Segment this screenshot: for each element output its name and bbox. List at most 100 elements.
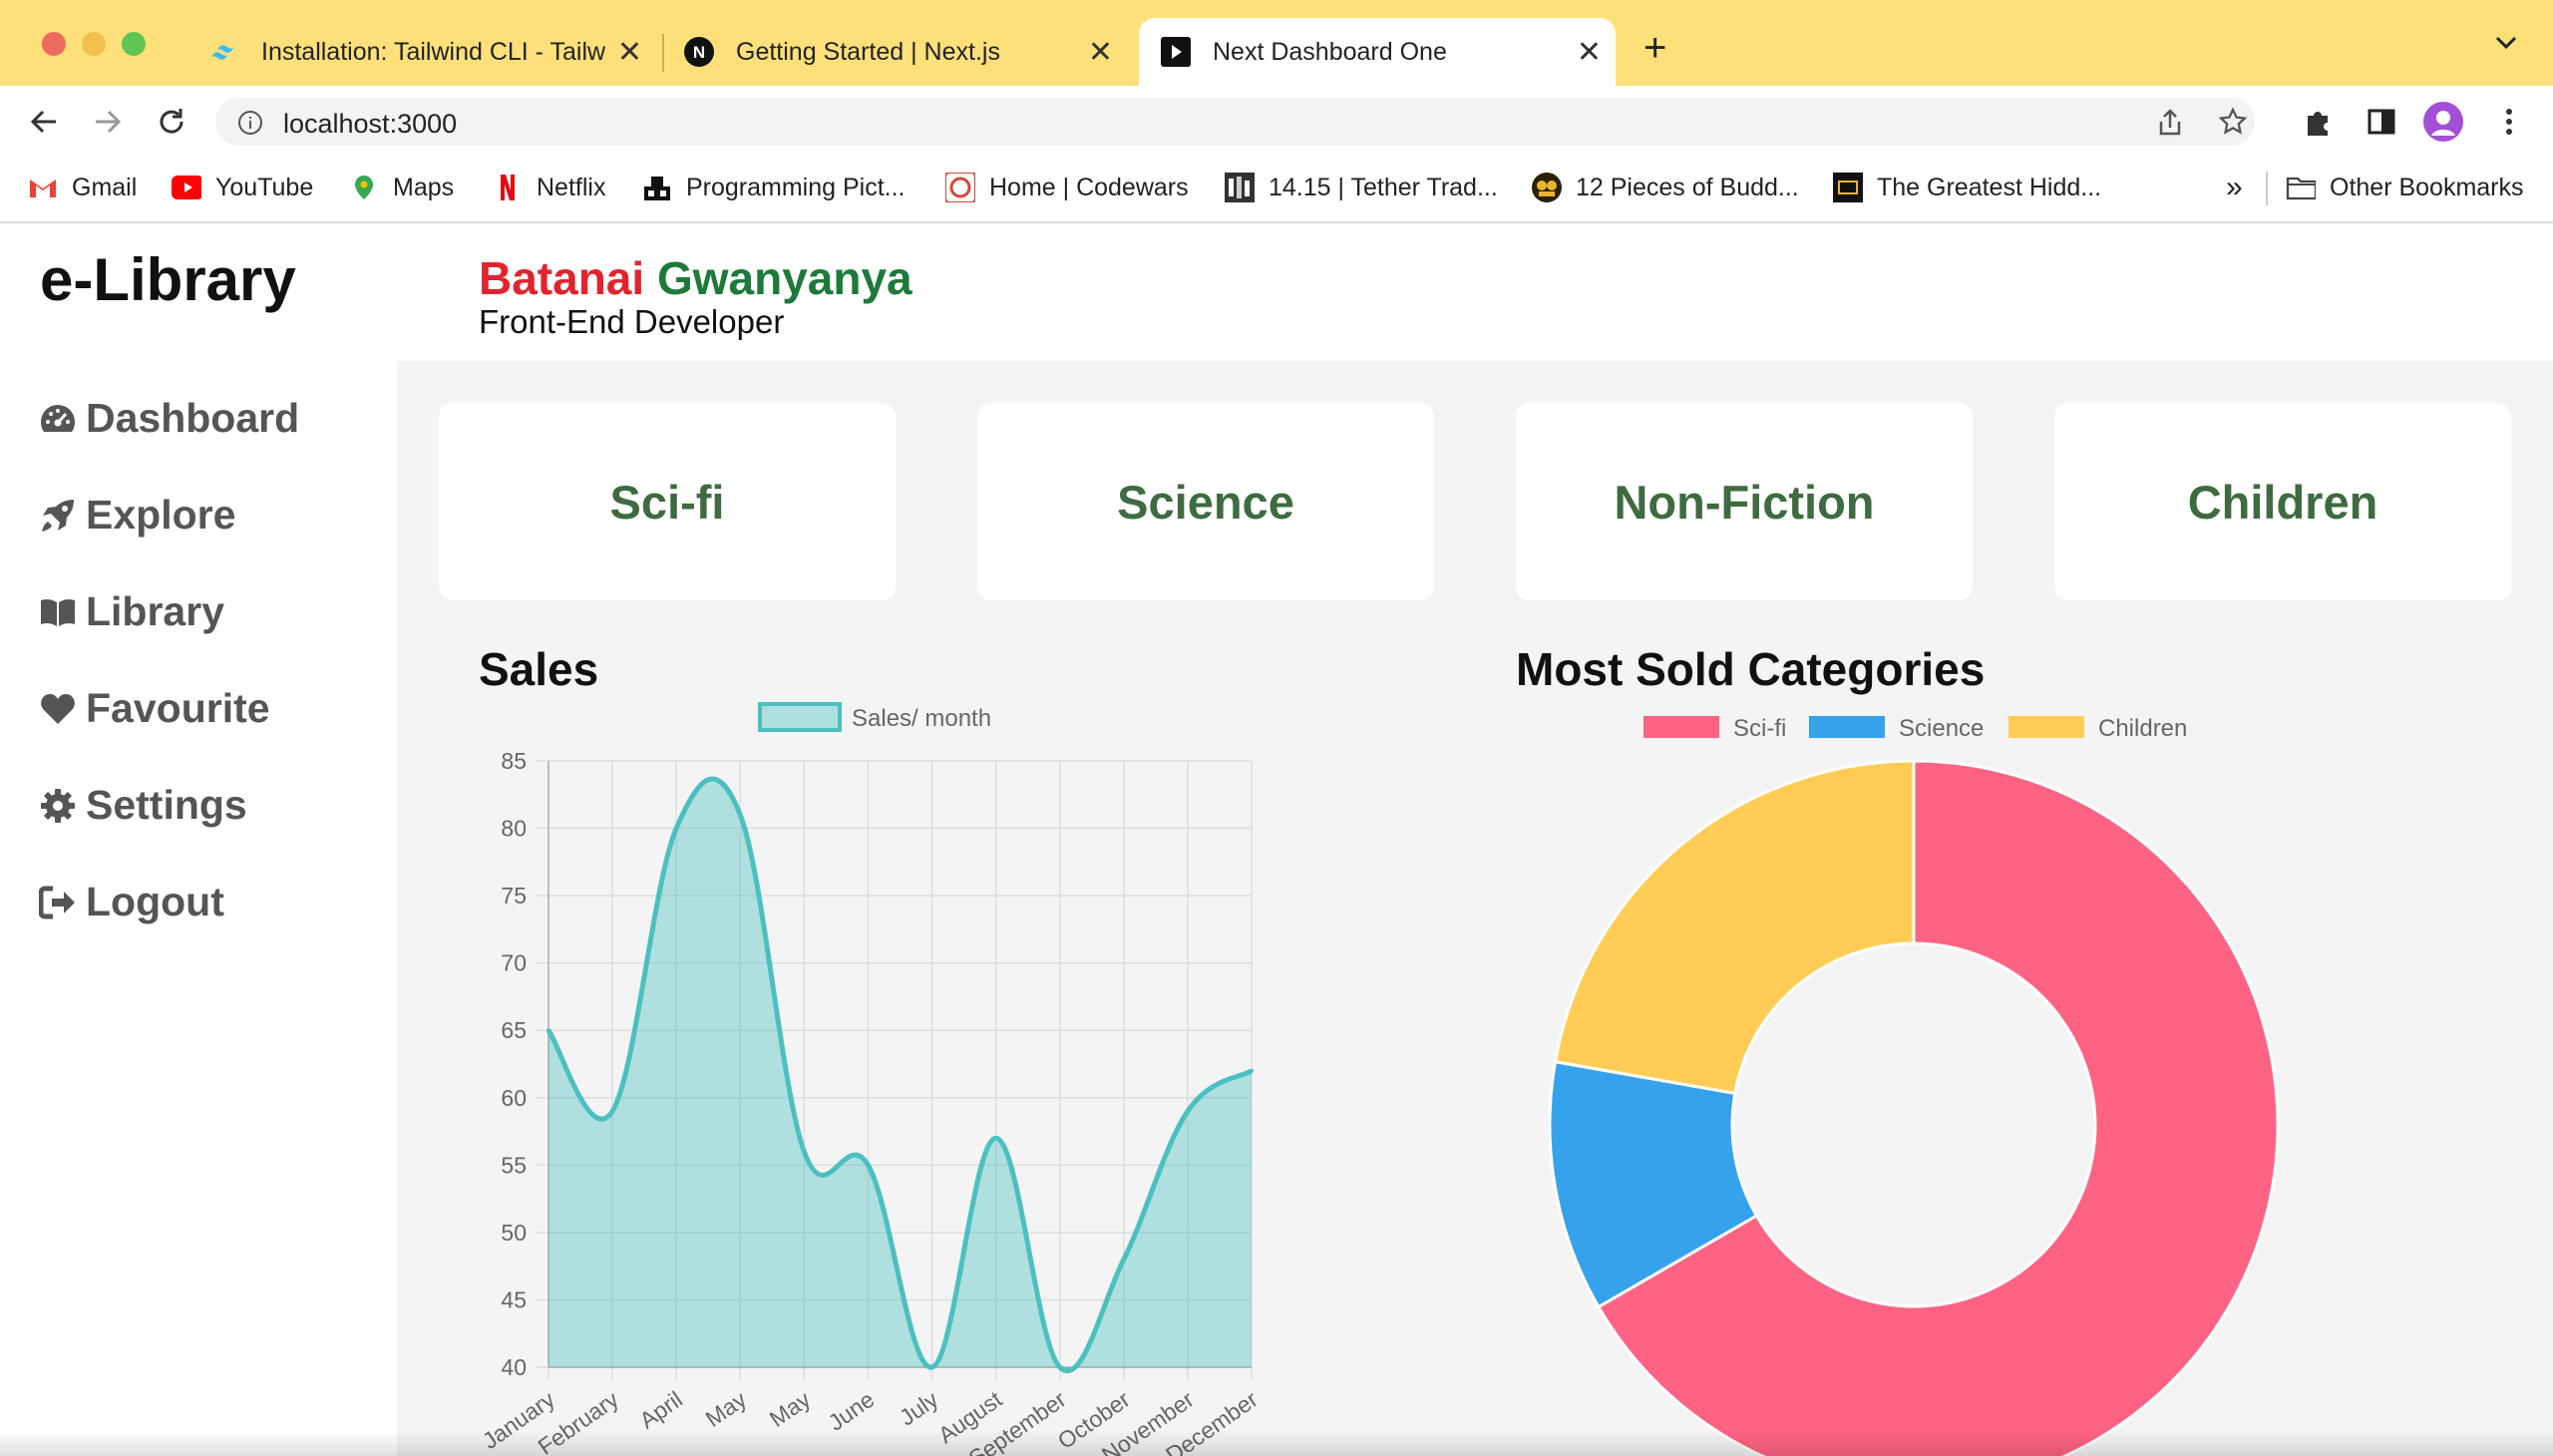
bookmark-codewars[interactable]: Home | Codewars	[945, 168, 1189, 207]
user-header: Batanai Gwanyanya Front-End Developer	[397, 223, 2553, 361]
most-sold-doughnut-chart[interactable]: Sci-fiScienceChildrenSci-fi: 300	[1496, 698, 2354, 1456]
browser-menu-icon[interactable]	[2489, 102, 2529, 142]
doughnut-slice-children	[1553, 759, 1916, 1096]
bookmark-label: The Greatest Hidd...	[1877, 173, 2102, 201]
profile-avatar[interactable]	[2423, 102, 2463, 142]
most-sold-chart-title: Most Sold Categories	[1516, 643, 1986, 695]
sidebar-item-logout[interactable]: Logout	[38, 879, 224, 925]
sales-data-point	[547, 1028, 550, 1033]
codewars-icon	[945, 173, 975, 202]
category-card-non-fiction[interactable]: Non-Fiction	[1516, 403, 1973, 600]
legend-label: Sci-fi	[1733, 715, 1786, 742]
bookmark-programming-pictures[interactable]: Programming Pict...	[642, 168, 906, 207]
legend-swatch	[2008, 716, 2084, 738]
y-tick-label: 70	[501, 950, 527, 976]
bookmark-tether[interactable]: 14.15 | Tether Trad...	[1225, 168, 1498, 207]
sidebar-item-dashboard[interactable]: Dashboard	[38, 395, 299, 442]
other-bookmarks[interactable]: Other Bookmarks	[2286, 168, 2524, 207]
forward-arrow-icon[interactable]	[88, 102, 128, 142]
tab-title: Getting Started | Next.js	[736, 37, 1000, 66]
share-icon[interactable]	[2156, 108, 2184, 143]
sales-legend: Sales/ month	[758, 702, 991, 732]
bookmark-maps[interactable]: Maps	[349, 168, 454, 207]
sales-data-point	[802, 1149, 807, 1154]
bookmark-gmail[interactable]: Gmail	[28, 168, 137, 207]
user-last-name: Gwanyanya	[656, 252, 912, 304]
back-arrow-icon[interactable]	[24, 102, 64, 142]
new-tab-icon[interactable]: +	[1643, 26, 1666, 71]
category-card-children[interactable]: Children	[2054, 403, 2511, 600]
sidebar-item-label: Explore	[86, 492, 236, 538]
sidebar: e-Library Dashboard Explore Library Favo…	[0, 223, 397, 1456]
legend-swatch	[758, 702, 842, 732]
y-tick-label: 55	[501, 1152, 527, 1178]
close-tab-icon[interactable]: ✕	[617, 35, 642, 70]
browser-tab-tailwind[interactable]: Installation: Tailwind CLI - Tailw ✕	[209, 18, 656, 86]
site-info-icon[interactable]	[237, 110, 263, 141]
sales-line-chart[interactable]: Sales/ month40455055606570758085JanuaryF…	[439, 698, 1296, 1456]
sidebar-item-label: Settings	[86, 782, 247, 828]
bookmarks-overflow-button[interactable]: »	[2226, 168, 2243, 207]
folder-icon	[2286, 173, 2316, 202]
y-tick-label: 50	[501, 1220, 527, 1246]
sidebar-item-settings[interactable]: Settings	[38, 782, 247, 829]
bookmark-star-icon[interactable]	[2218, 107, 2248, 142]
gmail-icon	[28, 173, 58, 202]
bookmark-buddha[interactable]: 12 Pieces of Budd...	[1532, 168, 1799, 207]
sales-data-point	[738, 813, 743, 818]
svg-text:N: N	[693, 43, 705, 62]
close-window-button[interactable]	[42, 32, 66, 56]
browser-tab-bar: Installation: Tailwind CLI - Tailw ✕ N G…	[0, 0, 2553, 86]
tether-icon	[1225, 173, 1255, 202]
sales-data-point	[993, 1136, 998, 1141]
sidebar-item-explore[interactable]: Explore	[38, 492, 235, 539]
user-first-name: Batanai	[479, 252, 645, 304]
browser-toolbar: localhost:3000	[0, 86, 2553, 158]
category-card-sci-fi[interactable]: Sci-fi	[439, 403, 896, 600]
bookmarks-divider	[2266, 172, 2268, 205]
netflix-icon	[493, 173, 523, 202]
extensions-puzzle-icon[interactable]	[2298, 102, 2338, 142]
sales-chart-title: Sales	[479, 643, 599, 695]
sidebar-item-library[interactable]: Library	[38, 588, 224, 635]
side-panel-icon[interactable]	[2362, 102, 2401, 142]
rocket-icon	[38, 496, 78, 536]
sales-data-point	[1121, 1257, 1126, 1262]
sidebar-item-label: Dashboard	[86, 395, 300, 441]
bookmark-label: YouTube	[215, 173, 314, 201]
minimize-window-button[interactable]	[82, 32, 106, 56]
bookmark-youtube[interactable]: YouTube	[172, 168, 313, 207]
window-bottom-shadow	[0, 1430, 2553, 1456]
bookmark-netflix[interactable]: Netflix	[493, 168, 605, 207]
sales-data-point	[929, 1365, 934, 1369]
user-name: Batanai Gwanyanya	[479, 251, 912, 305]
bookmark-label: 12 Pieces of Budd...	[1576, 173, 1799, 201]
bookmarks-bar: Gmail YouTube Maps Netflix Programming P…	[0, 158, 2553, 223]
legend-label: Science	[1899, 715, 1984, 742]
bookmark-label: Programming Pict...	[686, 173, 906, 201]
y-tick-label: 80	[501, 816, 527, 842]
y-tick-label: 60	[501, 1085, 527, 1111]
browser-tab-nextjs[interactable]: N Getting Started | Next.js ✕	[684, 18, 1127, 86]
greatest-hidden-icon	[1833, 173, 1863, 202]
category-card-science[interactable]: Science	[977, 403, 1434, 600]
browser-tab-next-dashboard[interactable]: Next Dashboard One ✕	[1139, 18, 1616, 86]
close-tab-icon[interactable]: ✕	[1088, 35, 1113, 70]
legend-label: Children	[2098, 715, 2187, 742]
sidebar-item-favourite[interactable]: Favourite	[38, 685, 270, 732]
address-bar[interactable]: localhost:3000	[215, 98, 2255, 146]
tab-title: Next Dashboard One	[1213, 37, 1447, 66]
bookmark-greatest-hidden[interactable]: The Greatest Hidd...	[1833, 168, 2101, 207]
legend-swatch	[1809, 716, 1885, 738]
user-role: Front-End Developer	[479, 303, 785, 340]
doughnut-legend: Sci-fi Science Children	[1643, 715, 2187, 742]
sales-data-point	[1250, 1068, 1254, 1073]
maps-icon	[349, 173, 379, 202]
reload-icon[interactable]	[152, 102, 191, 142]
sidebar-item-label: Favourite	[86, 685, 270, 731]
maximize-window-button[interactable]	[122, 32, 146, 56]
nextjs-icon: N	[684, 37, 714, 67]
close-tab-icon[interactable]: ✕	[1577, 35, 1602, 70]
sales-data-point	[610, 1109, 615, 1114]
tab-search-chevron-icon[interactable]	[2493, 30, 2519, 61]
